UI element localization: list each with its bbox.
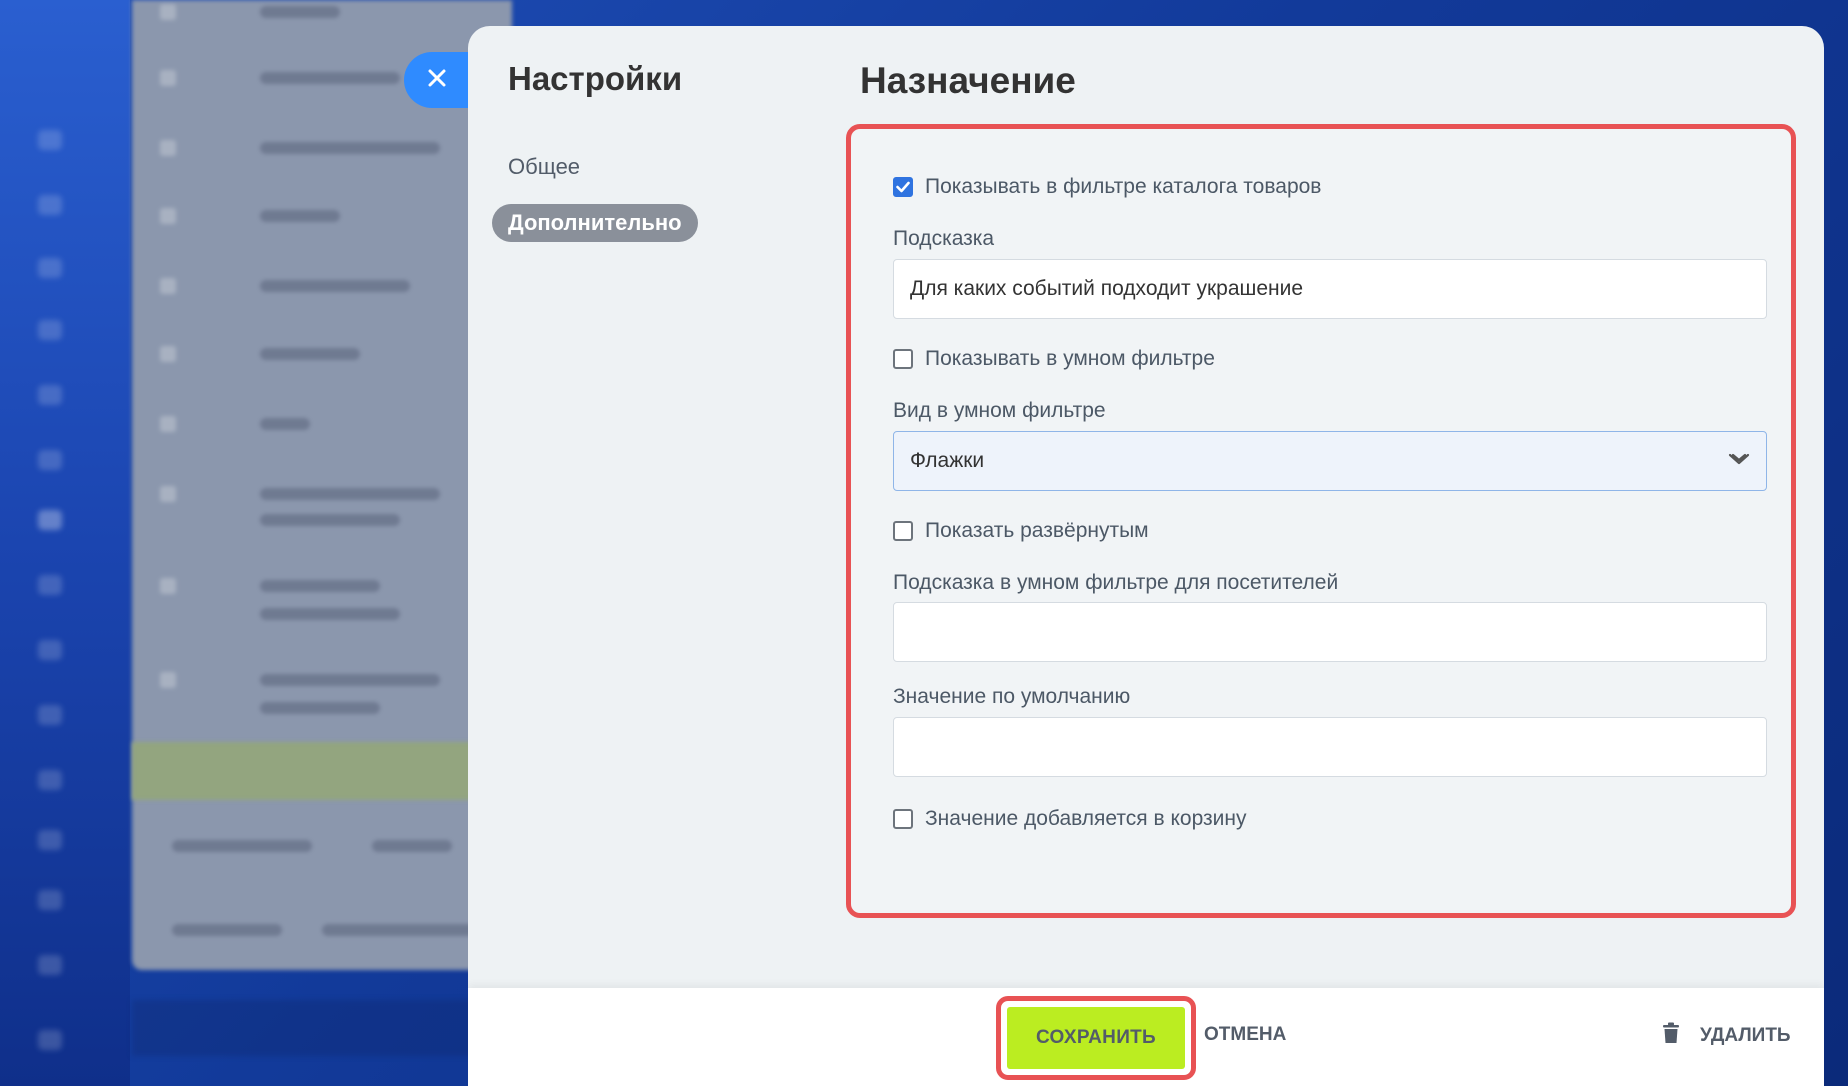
background-rail-icon — [38, 955, 62, 975]
smart-filter-hint-label: Подсказка в умном фильтре для посетителе… — [893, 571, 1339, 594]
show-in-smart-filter-label: Показывать в умном фильтре — [925, 347, 1215, 370]
background-row — [152, 836, 512, 856]
hint-input[interactable] — [893, 259, 1767, 319]
background-rail-icon — [38, 450, 62, 470]
background-rail-icon — [38, 1030, 62, 1050]
background-row — [152, 276, 512, 296]
background-row — [152, 920, 512, 940]
checkmark-icon — [896, 181, 910, 193]
default-value-input[interactable] — [893, 717, 1767, 777]
show-in-smart-filter-checkbox[interactable] — [893, 349, 913, 369]
background-row — [152, 698, 512, 718]
background-rail-icon — [38, 575, 62, 595]
background-rail-icon — [38, 130, 62, 150]
background-row — [152, 414, 512, 434]
background-sidebar — [0, 0, 130, 1086]
assignment-section: Показывать в фильтре каталога товаров По… — [846, 124, 1796, 918]
default-value-label: Значение по умолчанию — [893, 685, 1131, 708]
nav-item-additional[interactable]: Дополнительно — [492, 204, 698, 242]
background-rail-icon — [38, 258, 62, 278]
smart-filter-view-select[interactable]: Флажки — [893, 431, 1767, 491]
smart-filter-view-value: Флажки — [910, 449, 985, 472]
added-to-cart-checkbox[interactable] — [893, 809, 913, 829]
panel-title: Настройки — [508, 60, 683, 97]
background-row — [152, 576, 512, 596]
show-expanded-option[interactable]: Показать развёрнутым — [893, 519, 1149, 543]
background-status-bar — [132, 1000, 512, 1056]
background-row — [152, 2, 512, 22]
chevron-down-icon — [1728, 449, 1750, 473]
background-property-list — [132, 0, 512, 970]
background-selected-row — [132, 742, 512, 800]
background-row — [152, 510, 512, 530]
background-row — [152, 344, 512, 364]
cancel-button[interactable]: ОТМЕНА — [1204, 1024, 1286, 1046]
background-row — [152, 138, 512, 158]
save-button-highlight: СОХРАНИТЬ — [996, 996, 1196, 1080]
background-rail-icon — [38, 640, 62, 660]
hint-label: Подсказка — [893, 227, 995, 250]
section-title: Назначение — [860, 60, 1076, 101]
background-rail-icon — [38, 195, 62, 215]
background-rail-icon — [38, 770, 62, 790]
background-row — [152, 206, 512, 226]
background-row — [152, 670, 512, 690]
delete-button[interactable]: УДАЛИТЬ — [1662, 1022, 1791, 1050]
background-row — [152, 484, 512, 504]
smart-filter-view-label: Вид в умном фильтре — [893, 399, 1106, 422]
show-in-catalog-filter-label: Показывать в фильтре каталога товаров — [925, 175, 1322, 198]
smart-filter-hint-input[interactable] — [893, 602, 1767, 662]
background-rail-icon — [38, 510, 62, 530]
show-in-smart-filter-option[interactable]: Показывать в умном фильтре — [893, 347, 1215, 371]
background-rail-icon — [38, 890, 62, 910]
delete-label: УДАЛИТЬ — [1700, 1025, 1791, 1046]
show-in-catalog-filter-checkbox[interactable] — [893, 177, 913, 197]
show-expanded-label: Показать развёрнутым — [925, 519, 1149, 542]
nav-item-general[interactable]: Общее — [492, 148, 596, 186]
panel-footer: СОХРАНИТЬ ОТМЕНА УДАЛИТЬ — [468, 988, 1824, 1086]
background-rail-icon — [38, 320, 62, 340]
added-to-cart-option[interactable]: Значение добавляется в корзину — [893, 807, 1246, 831]
background-rail-icon — [38, 830, 62, 850]
save-button[interactable]: СОХРАНИТЬ — [1007, 1007, 1185, 1069]
show-expanded-checkbox[interactable] — [893, 521, 913, 541]
added-to-cart-label: Значение добавляется в корзину — [925, 807, 1247, 830]
background-rail-icon — [38, 705, 62, 725]
close-icon — [426, 67, 448, 94]
settings-panel: Настройки Общее Дополнительно Назначение… — [468, 26, 1824, 1086]
background-rail-icon — [38, 385, 62, 405]
background-row — [152, 604, 512, 624]
show-in-catalog-filter-option[interactable]: Показывать в фильтре каталога товаров — [893, 175, 1321, 199]
trash-icon — [1662, 1022, 1680, 1050]
